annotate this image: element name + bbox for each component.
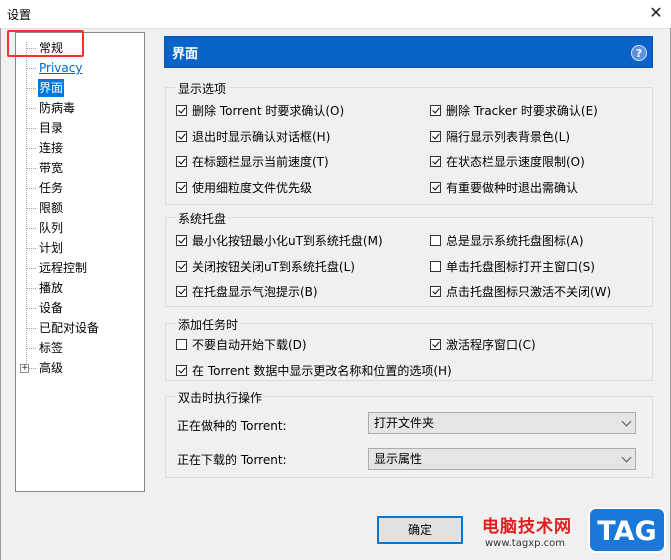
ok-button[interactable]: 确定 — [377, 516, 463, 544]
checkbox-label: 使用细粒度文件优先级 — [192, 181, 313, 195]
window-border-left — [0, 28, 1, 560]
checkbox-box[interactable] — [430, 156, 441, 167]
checkbox-label: 删除 Tracker 时要求确认(E) — [446, 104, 598, 118]
tree-item-label: Privacy — [39, 61, 83, 75]
tree-item-label: 带宽 — [39, 161, 64, 175]
checkbox-box[interactable] — [430, 286, 441, 297]
checkbox-label: 隔行显示列表背景色(L) — [446, 130, 571, 144]
tree-item-label: 设备 — [39, 301, 64, 315]
tree-connector — [26, 328, 36, 329]
checkbox-box[interactable] — [430, 131, 441, 142]
tree-item-label: 界面 — [38, 79, 65, 97]
tree-connector — [26, 128, 36, 129]
checkbox-label: 总是显示系统托盘图标(A) — [446, 234, 584, 248]
highlight-annotation — [7, 30, 84, 57]
checkbox-label: 最小化按钮最小化uT到系统托盘(M) — [192, 234, 383, 248]
downloading-action-select[interactable]: 显示属性 — [368, 448, 636, 470]
settings-tree[interactable]: 常规 Privacy 界面 防病毒 目录 连接 带宽 任务 限额 队列 计划 远… — [15, 32, 145, 492]
chevron-down-icon — [621, 416, 632, 427]
checkbox-box[interactable] — [430, 182, 441, 193]
title-bar: 设置 ✕ — [0, 0, 671, 29]
panel-title: 界面 — [172, 47, 199, 62]
tree-item-label: 计划 — [39, 241, 64, 255]
tree-item-label: 播放 — [39, 281, 64, 295]
checkbox-label: 不要自动开始下载(D) — [192, 338, 307, 352]
checkbox-box[interactable] — [176, 156, 187, 167]
downloading-torrent-label: 正在下载的 Torrent: — [177, 453, 287, 467]
tree-item-label: 远程控制 — [39, 261, 88, 275]
select-value: 显示属性 — [374, 452, 423, 466]
checkbox-box[interactable] — [176, 105, 187, 116]
checkbox-label: 激活程序窗口(C) — [446, 338, 536, 352]
checkbox-label: 在 Torrent 数据中显示更改名称和位置的选项(H) — [192, 364, 452, 378]
checkbox-box[interactable] — [430, 261, 441, 272]
checkbox-box[interactable] — [176, 339, 187, 350]
checkbox-box[interactable] — [176, 182, 187, 193]
watermark-logo: TAG — [588, 507, 666, 553]
checkbox-box[interactable] — [176, 286, 187, 297]
checkbox-box[interactable] — [430, 235, 441, 246]
tree-item-label: 防病毒 — [39, 101, 76, 115]
tree-guide-line — [26, 42, 27, 369]
tree-connector — [26, 88, 36, 89]
watermark-site-text: 电脑技术网 — [482, 517, 572, 537]
help-icon[interactable]: ? — [631, 45, 647, 61]
chevron-down-icon — [621, 452, 632, 463]
tree-item-label: 队列 — [39, 221, 64, 235]
seeding-action-select[interactable]: 打开文件夹 — [368, 412, 636, 434]
checkbox-label: 退出时显示确认对话框(H) — [192, 130, 331, 144]
checkbox-label: 点击托盘图标只激活不关闭(W) — [446, 285, 612, 299]
tree-connector — [26, 168, 36, 169]
checkbox-label: 有重要做种时退出需确认 — [446, 181, 579, 195]
panel-header: 界面 ? — [164, 36, 653, 68]
tree-connector — [26, 348, 36, 349]
group-label-tray: 系统托盘 — [176, 210, 229, 227]
tree-item-label: 已配对设备 — [39, 321, 100, 335]
group-label-double-click: 双击时执行操作 — [176, 389, 265, 406]
checkbox-label: 关闭按钮关闭uT到系统托盘(L) — [192, 260, 355, 274]
tree-item-label: 限额 — [39, 201, 64, 215]
tree-connector — [26, 68, 36, 69]
select-value: 打开文件夹 — [374, 416, 435, 430]
tree-item-label: 目录 — [39, 121, 64, 135]
tree-item-label: 标签 — [39, 341, 64, 355]
tree-connector — [26, 208, 36, 209]
checkbox-label: 单击托盘图标打开主窗口(S) — [446, 260, 595, 274]
tree-connector — [26, 268, 36, 269]
checkbox-box[interactable] — [430, 105, 441, 116]
expand-icon[interactable]: + — [20, 364, 29, 373]
checkbox-box[interactable] — [430, 339, 441, 350]
tree-connector — [26, 288, 36, 289]
tree-connector — [26, 188, 36, 189]
tree-connector — [26, 248, 36, 249]
checkbox-box[interactable] — [176, 261, 187, 272]
watermark-url: www.tagxp.com — [485, 538, 565, 549]
checkbox-label: 在托盘显示气泡提示(B) — [192, 285, 318, 299]
tree-item-label: 任务 — [39, 181, 64, 195]
tree-item-label: 高级 — [39, 361, 64, 375]
window-title: 设置 — [7, 8, 32, 22]
group-label-add-task: 添加任务时 — [176, 316, 241, 333]
checkbox-box[interactable] — [176, 131, 187, 142]
tree-connector — [26, 308, 36, 309]
checkbox-label: 删除 Torrent 时要求确认(O) — [192, 104, 345, 118]
group-label-display: 显示选项 — [176, 80, 229, 97]
checkbox-label: 在标题栏显示当前速度(T) — [192, 155, 329, 169]
tree-connector — [26, 228, 36, 229]
checkbox-box[interactable] — [176, 365, 187, 376]
tree-connector — [26, 108, 36, 109]
close-icon[interactable]: ✕ — [646, 3, 666, 23]
seeding-torrent-label: 正在做种的 Torrent: — [177, 419, 287, 433]
tree-connector — [26, 148, 36, 149]
checkbox-label: 在状态栏显示速度限制(O) — [446, 155, 585, 169]
tree-item-label: 连接 — [39, 141, 64, 155]
checkbox-box[interactable] — [176, 235, 187, 246]
